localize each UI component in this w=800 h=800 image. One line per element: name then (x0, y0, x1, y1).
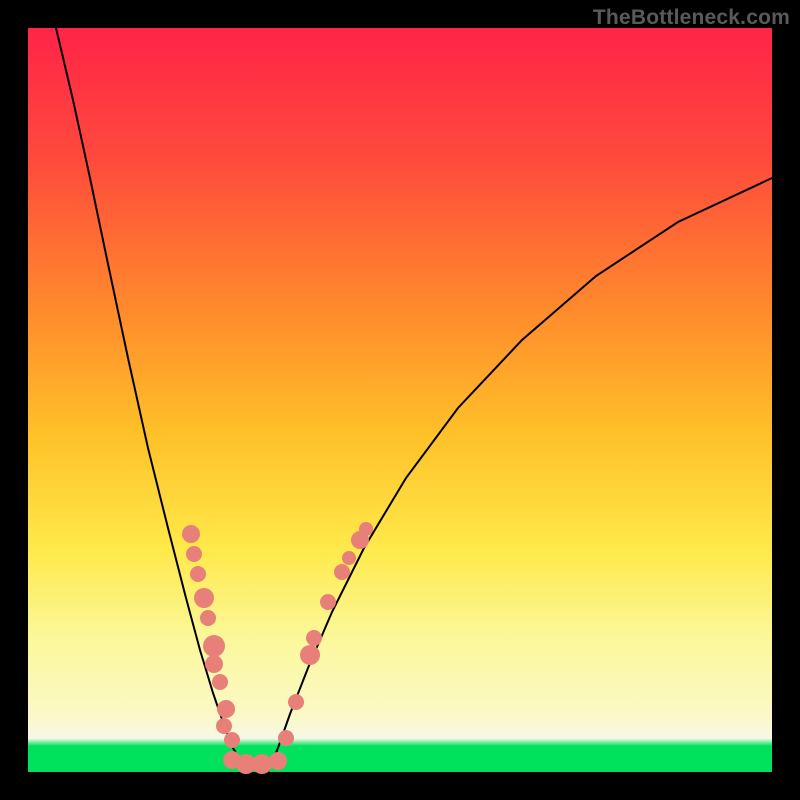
dot-right-4 (320, 594, 336, 610)
chart-frame: TheBottleneck.com (0, 0, 800, 800)
dots-right-group (278, 522, 373, 746)
chart-svg (28, 28, 772, 772)
dot-right-1 (288, 694, 304, 710)
attribution-text: TheBottleneck.com (593, 6, 790, 30)
dot-left-7 (212, 674, 228, 690)
dot-right-5 (334, 564, 350, 580)
dot-left-8 (217, 700, 235, 718)
dot-bottom-2 (252, 754, 272, 774)
dot-left-10 (224, 732, 240, 748)
dot-left-1 (186, 546, 202, 562)
dot-left-5 (203, 635, 225, 657)
dot-bottom-3 (269, 752, 287, 770)
dots-bottom-group (223, 751, 287, 774)
dot-right-2 (300, 645, 320, 665)
dot-left-2 (190, 566, 206, 582)
dots-left-group (182, 525, 240, 748)
dot-left-3 (194, 588, 214, 608)
dot-left-0 (182, 525, 200, 543)
dot-right-0 (278, 730, 294, 746)
dot-left-6 (205, 655, 223, 673)
dot-left-9 (216, 718, 232, 734)
dot-left-4 (200, 610, 216, 626)
dot-right-3 (306, 630, 322, 646)
right-curve (268, 178, 772, 772)
dot-right-6 (342, 551, 356, 565)
dot-right-8 (359, 522, 373, 536)
plot-area (28, 28, 772, 772)
